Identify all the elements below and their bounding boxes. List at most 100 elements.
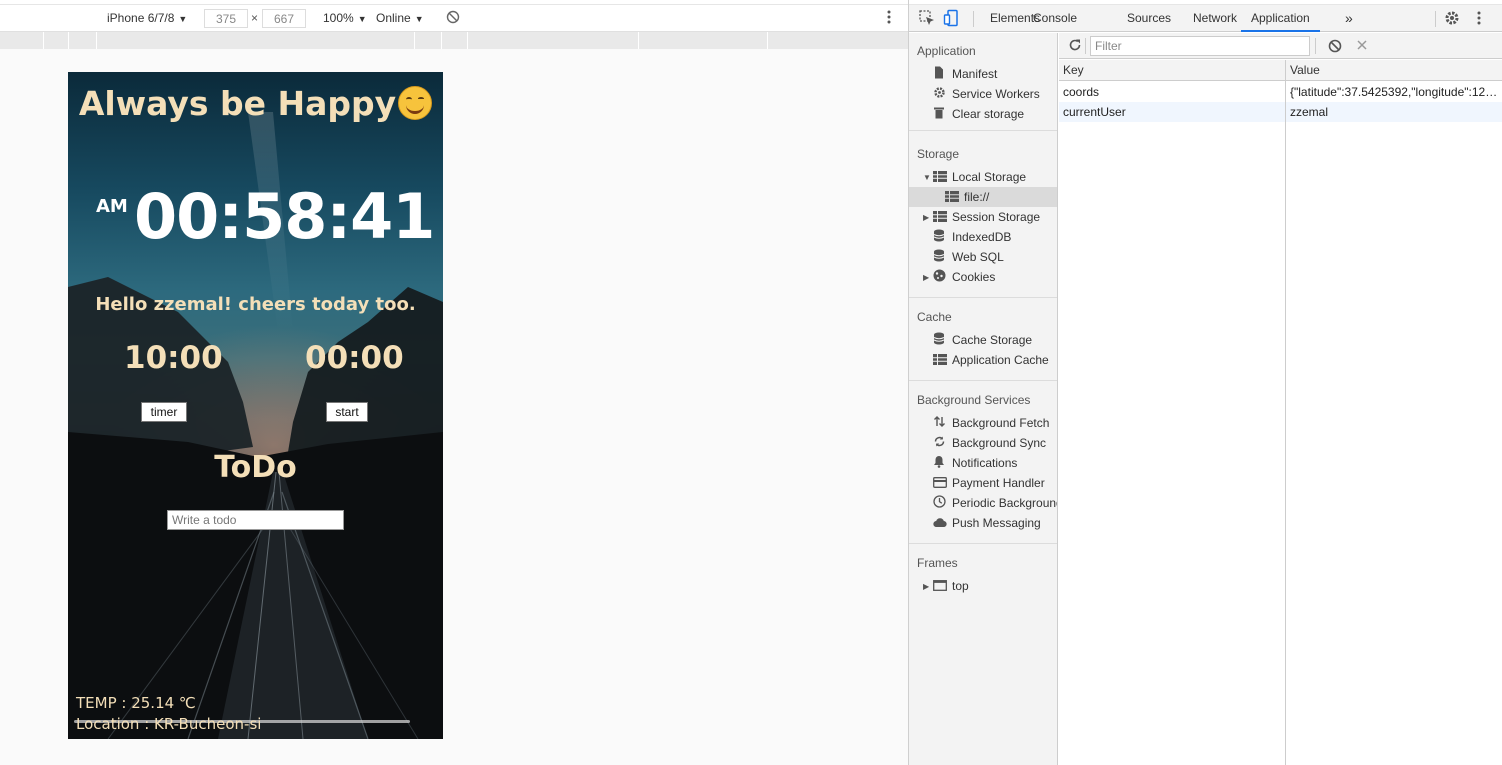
table-icon [933, 208, 947, 222]
table-icon [933, 168, 947, 182]
storage-toolbar [1059, 33, 1502, 59]
column-divider[interactable] [1285, 60, 1286, 765]
gear-icon [933, 85, 947, 98]
tab-console[interactable]: Console [1031, 5, 1079, 32]
sidebar-item-file-origin[interactable]: file:// [945, 187, 1057, 207]
more-options-icon[interactable] [885, 9, 893, 28]
sidebar-item-local-storage[interactable]: Local Storage [933, 167, 1057, 187]
file-icon [933, 65, 947, 79]
tab-network[interactable]: Network [1191, 5, 1239, 32]
sync-icon [933, 434, 947, 447]
sidebar-item-label: Service Workers [952, 87, 1040, 101]
chevron-down-icon: ▼ [178, 14, 188, 24]
column-header-key[interactable]: Key [1059, 60, 1084, 81]
app-title-text: Always be Happy [78, 84, 397, 123]
zoom-value: 100% [323, 11, 354, 25]
gear-icon[interactable] [1443, 9, 1461, 27]
zoom-select[interactable]: 100% ▼ [323, 9, 367, 28]
dimension-separator: × [251, 11, 259, 25]
sidebar-item-periodic-background-sync[interactable]: Periodic Background [933, 493, 1057, 513]
tab-sources[interactable]: Sources [1125, 5, 1173, 32]
table-header: Key Value [1059, 60, 1502, 81]
delete-selected-icon[interactable] [1356, 39, 1368, 54]
throttle-value: Online [376, 11, 411, 25]
column-header-value[interactable]: Value [1286, 60, 1320, 81]
sidebar-item-label: Cache Storage [952, 333, 1033, 347]
sidebar-item-payment-handler[interactable]: Payment Handler [933, 473, 1057, 493]
sidebar-header-cache: Cache [917, 310, 952, 324]
cell-value: zzemal [1290, 105, 1329, 119]
device-select[interactable]: iPhone 6/7/8 ▼ [107, 9, 187, 28]
sidebar-item-label: Background Sync [952, 436, 1047, 450]
sidebar-item-background-fetch[interactable]: Background Fetch [933, 413, 1057, 433]
sidebar-item-label: Push Messaging [952, 516, 1041, 530]
sidebar-item-application-cache[interactable]: Application Cache [933, 350, 1057, 370]
more-tabs-icon[interactable]: » [1343, 5, 1355, 32]
greeting-text: Hello zzemal! cheers today too. [95, 294, 416, 315]
table-row[interactable]: currentUser zzemal [1059, 102, 1502, 122]
clear-all-icon[interactable] [1328, 39, 1342, 56]
sidebar-item-service-workers[interactable]: Service Workers [933, 84, 1057, 104]
sidebar-item-background-sync[interactable]: Background Sync [933, 433, 1057, 453]
device-toolbar: iPhone 6/7/8 ▼ 375 × 667 100% ▼ Online ▼ [0, 5, 908, 32]
sidebar-item-cache-storage[interactable]: Cache Storage [933, 330, 1057, 350]
sidebar-item-label: Application Cache [952, 353, 1049, 367]
cell-key: coords [1063, 85, 1100, 99]
application-sidebar: Application Manifest Service Workers Cle… [909, 33, 1058, 765]
tab-application[interactable]: Application [1241, 5, 1320, 32]
sidebar-header-background-services: Background Services [917, 393, 1031, 407]
expand-right-icon[interactable]: ▶ [923, 273, 929, 282]
sidebar-item-clear-storage[interactable]: Clear storage [933, 104, 1057, 124]
cloud-icon [933, 514, 947, 528]
sidebar-item-push-messaging[interactable]: Push Messaging [933, 513, 1057, 533]
devtools-panel: Elements Console Sources Network Applica… [908, 0, 1502, 765]
timer-display: 10:00 [124, 340, 223, 376]
more-options-icon[interactable] [1475, 9, 1493, 27]
background-landscape [68, 112, 443, 739]
bell-icon [933, 454, 947, 468]
sidebar-item-notifications[interactable]: Notifications [933, 453, 1057, 473]
start-button[interactable]: start [326, 402, 368, 422]
sidebar-item-web-sql[interactable]: Web SQL [933, 247, 1057, 267]
devtools-tabbar: Elements Console Sources Network Applica… [909, 5, 1502, 32]
location-text: Location : KR-Bucheon-si [76, 715, 262, 733]
sidebar-item-label: Cookies [952, 270, 996, 284]
clock-ampm: AM [96, 196, 128, 217]
database-icon [933, 228, 947, 242]
expand-right-icon[interactable]: ▶ [923, 582, 929, 591]
chevron-down-icon: ▼ [414, 14, 424, 24]
sidebar-item-indexeddb[interactable]: IndexedDB [933, 227, 1057, 247]
sidebar-item-cookies[interactable]: Cookies [933, 267, 1057, 287]
timer-button[interactable]: timer [141, 402, 187, 422]
height-input[interactable]: 667 [262, 9, 306, 28]
expand-down-icon[interactable]: ▼ [923, 173, 931, 182]
media-query-ruler[interactable] [0, 32, 908, 49]
width-input[interactable]: 375 [204, 9, 248, 28]
refresh-icon[interactable] [1068, 38, 1082, 55]
sidebar-item-label: Notifications [952, 456, 1018, 470]
table-icon [933, 351, 947, 365]
cell-value: {"latitude":37.5425392,"longitude":126..… [1290, 85, 1502, 99]
sidebar-item-label: file:// [964, 190, 990, 204]
sidebar-item-label: IndexedDB [952, 230, 1012, 244]
sidebar-item-label: Background Fetch [952, 416, 1050, 430]
credit-card-icon [933, 474, 947, 488]
trash-icon [933, 105, 947, 119]
device-toolbar-icon[interactable] [943, 9, 961, 27]
database-icon [933, 331, 947, 345]
expand-right-icon[interactable]: ▶ [923, 213, 929, 222]
table-row[interactable]: coords {"latitude":37.5425392,"longitude… [1059, 82, 1502, 102]
rotate-icon[interactable] [446, 10, 460, 29]
sidebar-item-label: Manifest [952, 67, 998, 81]
database-icon [933, 248, 947, 262]
inspect-element-icon[interactable] [918, 9, 936, 27]
throttle-select[interactable]: Online ▼ [376, 9, 424, 28]
sidebar-item-manifest[interactable]: Manifest [933, 64, 1057, 84]
sidebar-item-session-storage[interactable]: Session Storage [933, 207, 1057, 227]
filter-input[interactable] [1090, 36, 1310, 56]
sidebar-item-label: top [952, 579, 969, 593]
clock-time: 00:58:41 [134, 180, 435, 253]
sidebar-item-frame-top[interactable]: top [933, 576, 1057, 596]
todo-input[interactable] [167, 510, 344, 530]
sidebar-item-label: Payment Handler [952, 476, 1045, 490]
